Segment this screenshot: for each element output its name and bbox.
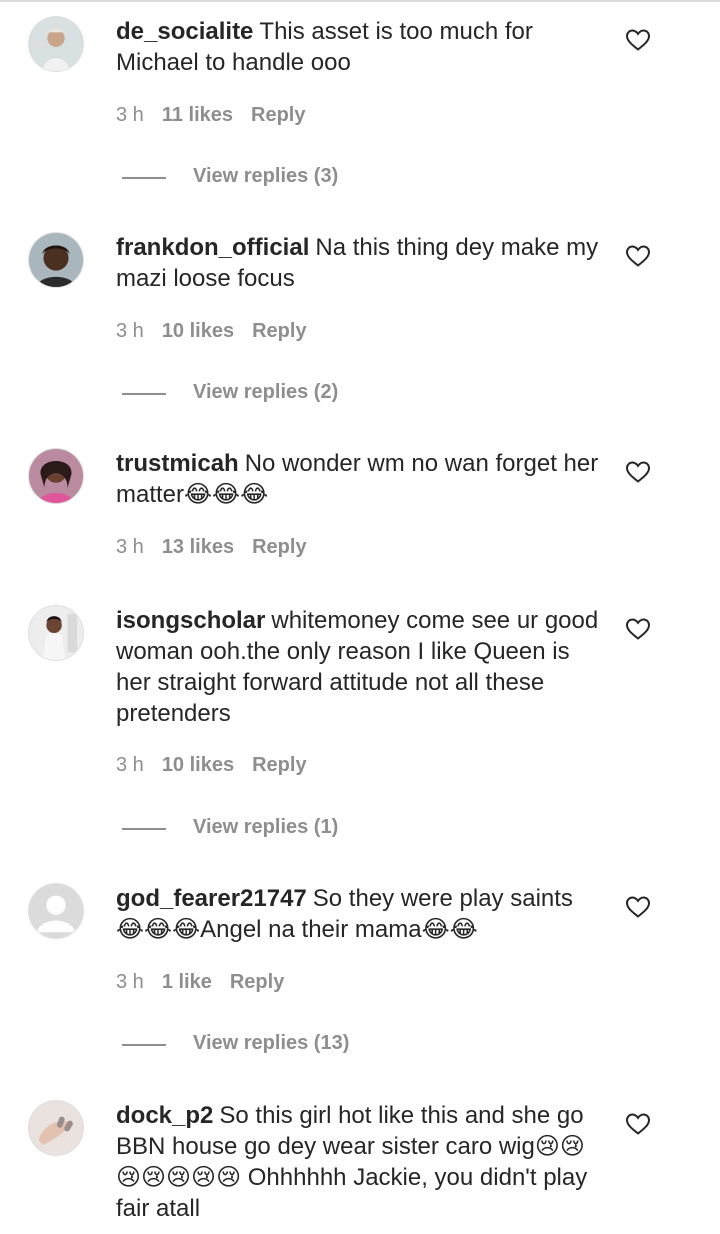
reply-button[interactable]: Reply [251, 104, 305, 127]
reply-button[interactable]: Reply [230, 971, 284, 994]
comment-time: 3 h [116, 971, 144, 993]
comment-text: god_fearer21747 So they were play saints … [116, 883, 606, 945]
comment-time: 3 h [116, 754, 144, 776]
avatar[interactable] [28, 232, 84, 288]
comment-time: 3 h [116, 104, 144, 126]
replies-divider [122, 177, 166, 179]
avatar[interactable] [28, 448, 84, 504]
heart-icon[interactable] [625, 617, 651, 641]
comment-username[interactable]: isongscholar [116, 607, 265, 634]
reply-button[interactable]: Reply [252, 754, 306, 777]
view-replies-link[interactable]: View replies (13) [193, 1032, 349, 1055]
replies-divider [122, 1044, 166, 1046]
view-replies-link[interactable]: View replies (2) [193, 381, 338, 404]
comment-likes[interactable]: 1 like [162, 971, 212, 994]
comment-text: frankdon_official Na this thing dey make … [116, 232, 606, 294]
comment-likes[interactable]: 13 likes [162, 536, 234, 559]
comment-time: 3 h [116, 320, 144, 342]
heart-icon[interactable] [625, 28, 651, 52]
comment-meta: 3 h 10 likes Reply [116, 320, 325, 343]
comment-username[interactable]: de_socialite [116, 18, 253, 45]
avatar[interactable] [28, 883, 84, 939]
avatar[interactable] [28, 1100, 84, 1156]
avatar[interactable] [28, 16, 84, 72]
comment-username[interactable]: god_fearer21747 [116, 885, 307, 912]
replies-divider [122, 393, 166, 395]
view-replies-link[interactable]: View replies (3) [193, 165, 338, 188]
comment-text: de_socialite This asset is too much for M… [116, 16, 606, 78]
view-replies-link[interactable]: View replies (1) [193, 816, 338, 839]
heart-icon[interactable] [625, 460, 651, 484]
heart-icon[interactable] [625, 1112, 651, 1136]
comment-username[interactable]: frankdon_official [116, 234, 309, 261]
comment-meta: 3 h 10 likes Reply [116, 754, 325, 777]
comment-likes[interactable]: 10 likes [162, 320, 234, 343]
comment-meta: 3 h 13 likes Reply [116, 536, 325, 559]
comment-meta: 3 h 1 like Reply [116, 971, 302, 994]
top-divider [0, 0, 720, 2]
comment-likes[interactable]: 10 likes [162, 754, 234, 777]
comment-meta: 3 h 11 likes Reply [116, 104, 323, 127]
reply-button[interactable]: Reply [252, 536, 306, 559]
reply-button[interactable]: Reply [252, 320, 306, 343]
comment-username[interactable]: trustmicah [116, 450, 239, 477]
comment-text: isongscholar whitemoney come see ur good … [116, 605, 606, 729]
avatar[interactable] [28, 605, 84, 661]
heart-icon[interactable] [625, 244, 651, 268]
replies-divider [122, 828, 166, 830]
comment-text: trustmicah No wonder wm no wan forget her… [116, 448, 606, 510]
comment-time: 3 h [116, 536, 144, 558]
comment-username[interactable]: dock_p2 [116, 1102, 213, 1129]
comment-likes[interactable]: 11 likes [162, 104, 233, 127]
heart-icon[interactable] [625, 895, 651, 919]
comment-text: dock_p2 So this girl hot like this and sh… [116, 1100, 606, 1224]
